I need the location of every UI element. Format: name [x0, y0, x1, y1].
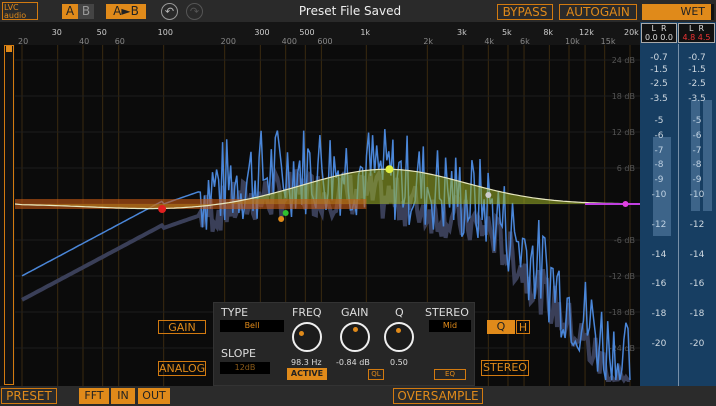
- q-value: 0.50: [390, 358, 408, 367]
- freq-tick-label: 300: [254, 28, 270, 37]
- bypass-button[interactable]: BYPASS: [497, 4, 553, 20]
- freq-tick-label: 8k: [543, 28, 554, 37]
- band-node-1: [158, 205, 167, 214]
- wet-slider[interactable]: WET: [642, 4, 714, 20]
- db-tick-label: -12 dB: [609, 272, 635, 281]
- db-tick-label: -18 dB: [609, 308, 635, 317]
- gain-value: -0.84 dB: [336, 358, 370, 367]
- meter-scale-label: -12: [689, 219, 705, 230]
- type-label: TYPE: [221, 306, 249, 319]
- meter-scale-label: -0.7: [650, 53, 668, 63]
- meter-scale-label: -18: [651, 309, 667, 320]
- output-meter-l: [691, 100, 700, 212]
- gain-button[interactable]: GAIN: [158, 320, 206, 334]
- fft-in-button[interactable]: IN: [111, 388, 135, 404]
- freq-tick-label: 12k: [579, 28, 594, 37]
- db-tick-label: 6 dB: [617, 164, 635, 173]
- stereo-dropdown[interactable]: Mid: [429, 320, 471, 332]
- meter-scale-label: -16: [651, 279, 667, 290]
- db-tick-label: 18 dB: [612, 92, 635, 101]
- gain-label: GAIN: [341, 306, 369, 319]
- meter-scale-label: -14: [689, 249, 705, 260]
- meter-scale-label: -2.5: [650, 79, 668, 90]
- freq-tick-label: 500: [299, 28, 315, 37]
- freq-tick-label: 5k: [501, 28, 512, 37]
- freq-value: 98.3 Hz: [291, 358, 322, 367]
- band-editor-panel: TYPE Bell SLOPE 12dB FREQ 98.3 Hz ACTIVE…: [213, 302, 475, 386]
- freq-tick-label: 20k: [624, 28, 639, 37]
- fft-button[interactable]: FFT: [79, 388, 109, 404]
- stereo-label: STEREO: [425, 306, 469, 319]
- active-button[interactable]: ACTIVE: [287, 368, 327, 380]
- freq-tick-label: 30: [51, 28, 62, 37]
- meter-scale-label: -0.7: [688, 53, 706, 63]
- output-gain-slider[interactable]: [4, 45, 14, 385]
- freq-tick-label: 100: [157, 28, 173, 37]
- meter-scale-label: -2.5: [688, 79, 706, 90]
- autogain-button[interactable]: AUTOGAIN: [559, 4, 637, 20]
- level-meter: L R 0.0 0.0 L R 4.8 4.5 -0.7 -0.7 -1.5 -1.5 -2…: [640, 22, 716, 386]
- meter-scale-label: -20: [689, 339, 705, 349]
- preset-b-button[interactable]: B: [78, 4, 94, 19]
- meter-scale-label: -14: [651, 249, 667, 260]
- freq-tick-label: 3k: [457, 28, 467, 37]
- band-node-4: [282, 210, 289, 216]
- band-node-3: [485, 192, 492, 198]
- undo-icon[interactable]: ↶: [161, 3, 178, 20]
- band-node-6: [622, 201, 629, 207]
- preset-button[interactable]: PRESET: [1, 388, 57, 404]
- input-meter-l: [653, 136, 662, 236]
- input-meter-r: [662, 136, 671, 236]
- freq-label: FREQ: [292, 306, 322, 319]
- ql-button[interactable]: QL: [368, 369, 384, 380]
- top-bar: LVC audio A B A►B ↶ ↷ Preset File Saved …: [0, 0, 716, 22]
- freq-tick-label: 50: [96, 28, 107, 37]
- copy-a-to-b-button[interactable]: A►B: [106, 4, 146, 19]
- analog-button[interactable]: ANALOG: [158, 361, 206, 376]
- db-tick-label: -6 dB: [614, 236, 635, 245]
- band-node-2: [385, 165, 394, 174]
- db-tick-label: 24 dB: [612, 56, 635, 65]
- meter-scale-label: -18: [689, 309, 705, 320]
- stereo-button[interactable]: STEREO: [481, 360, 529, 376]
- band-node-5: [278, 216, 285, 222]
- meter-scale-label: -16: [689, 279, 705, 290]
- q-knob[interactable]: [384, 322, 414, 352]
- freq-tick-label: 1k: [360, 28, 371, 37]
- fft-out-button[interactable]: OUT: [138, 388, 170, 404]
- db-tick-label: 12 dB: [612, 128, 635, 137]
- gain-knob[interactable]: [340, 322, 370, 352]
- slope-label: SLOPE: [221, 347, 256, 360]
- q-mode-button[interactable]: Q: [487, 320, 515, 334]
- slope-dropdown[interactable]: 12dB: [220, 362, 270, 374]
- type-dropdown[interactable]: Bell: [220, 320, 284, 332]
- oversample-button[interactable]: OVERSAMPLE: [393, 388, 483, 404]
- frequency-scale: 30 50 100 300 500 1k 3k 5k 8k 12k 20k 20 40 60 200 400 6…: [0, 22, 640, 46]
- freq-knob[interactable]: [292, 322, 322, 352]
- status-text: Preset File Saved: [298, 4, 402, 18]
- meter-scale-label: -20: [651, 339, 667, 349]
- input-peak-readout: L R 0.0 0.0: [641, 23, 677, 43]
- meter-scale-label: -1.5: [688, 64, 706, 75]
- preset-a-button[interactable]: A: [62, 4, 78, 19]
- q-label: Q: [395, 306, 404, 319]
- output-peak-readout: L R 4.8 4.5: [678, 23, 715, 43]
- meter-scale-label: -3.5: [650, 94, 668, 104]
- eq-button[interactable]: EQ: [434, 369, 466, 380]
- h-button[interactable]: H: [516, 320, 530, 334]
- meter-scale-label: -1.5: [650, 64, 668, 75]
- redo-icon[interactable]: ↷: [186, 3, 203, 20]
- output-meter-r: [703, 100, 712, 212]
- logo: LVC audio: [2, 2, 38, 20]
- meter-scale-label: -5: [654, 116, 664, 127]
- bottom-bar: PRESET FFT IN OUT OVERSAMPLE: [0, 386, 716, 406]
